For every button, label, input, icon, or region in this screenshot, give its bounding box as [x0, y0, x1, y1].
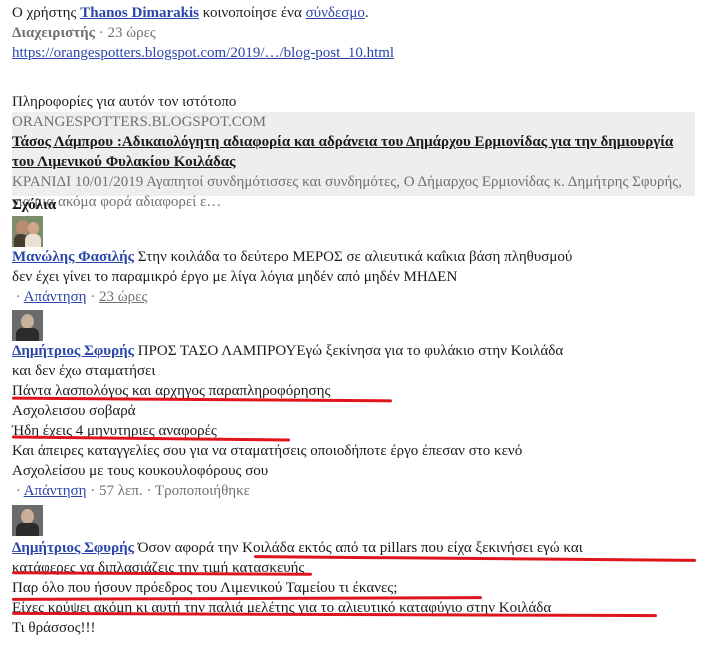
comment-meta: · Απάντηση · 23 ώρες	[12, 289, 148, 305]
avatar[interactable]	[12, 310, 43, 341]
comment-time[interactable]: 57 λεπ.	[99, 483, 143, 499]
avatar[interactable]	[12, 216, 43, 247]
comment-meta: · Απάντηση · 57 λεπ. · Τροποποιήθηκε	[12, 483, 250, 499]
comment-time[interactable]: 23 ώρες	[99, 289, 147, 305]
post-meta: Διαχειριστής · 23 ώρες	[12, 23, 712, 43]
comment-text: Στην κοιλάδα το δεύτερο ΜΕΡΟΣ σε αλιευτι…	[137, 249, 573, 265]
preview-domain: ORANGESPOTTERS.BLOGSPOT.COM	[12, 114, 266, 130]
reply-link[interactable]: Απάντηση	[24, 483, 87, 499]
comment-line: Μανώλης Φασιλής Στην κοιλάδα το δεύτερο …	[12, 247, 702, 267]
link-preview-card[interactable]: Πληροφορίες για αυτόν τον ιστότοπο ORANG…	[12, 92, 695, 210]
shared-post-header: Ο χρήστης Thanos Dimarakis κοινοποίησε έ…	[12, 3, 712, 63]
comment-text: Ασχολεισου σοβαρά	[12, 403, 136, 419]
comment-text: Τι θράσσος!!!	[12, 620, 96, 636]
comment-author[interactable]: Μανώλης Φασιλής	[12, 249, 134, 265]
shared-link-word[interactable]: σύνδεσμο	[306, 5, 365, 21]
comment-text: και δεν έχω σταματήσει	[12, 363, 156, 379]
post-url[interactable]: https://orangespotters.blogspot.com/2019…	[12, 45, 394, 61]
post-end: .	[364, 5, 369, 21]
comment-text: Ασχολείσου με τους κουκουλοφόρους σου	[12, 463, 269, 479]
edited-label[interactable]: Τροποποιήθηκε	[155, 483, 250, 499]
avatar-person2-body	[25, 234, 41, 247]
post-url-line: https://orangespotters.blogspot.com/2019…	[12, 43, 712, 63]
reply-link[interactable]: Απάντηση	[24, 289, 87, 305]
preview-description: ΚΡΑΝΙΔΙ 10/01/2019 Αγαπητοί συνδημότισσε…	[12, 174, 682, 210]
comment-text: Παρ όλο που ήσουν πρόεδρος του Λιμενικού…	[12, 580, 398, 596]
post-role: Διαχειριστής	[12, 25, 96, 41]
post-author-link[interactable]: Thanos Dimarakis	[80, 5, 199, 21]
avatar-person-icon	[21, 509, 34, 524]
avatar[interactable]	[12, 505, 43, 536]
comment-text: δεν έχει γίνει το παραμικρό έργο με λίγα…	[12, 269, 458, 285]
comment-author[interactable]: Δημήτριος Σφυρής	[12, 343, 134, 359]
comment-1: Μανώλης Φασιλής Στην κοιλάδα το δεύτερο …	[12, 247, 702, 307]
post-author-line: Ο χρήστης Thanos Dimarakis κοινοποίησε έ…	[12, 3, 712, 23]
post-prefix: Ο χρήστης	[12, 5, 77, 21]
comment-line: Δημήτριος Σφυρής ΠΡΟΣ ΤΑΣΟ ΛΑΜΠΡΟΥΕγώ ξε…	[12, 341, 702, 361]
post-middle-text: κοινοποίησε ένα	[202, 5, 302, 21]
comment-author[interactable]: Δημήτριος Σφυρής	[12, 540, 134, 556]
avatar-person-body	[16, 328, 39, 341]
comment-2: Δημήτριος Σφυρής ΠΡΟΣ ΤΑΣΟ ΛΑΜΠΡΟΥΕγώ ξε…	[12, 341, 702, 501]
avatar-person-icon	[21, 314, 34, 329]
preview-info[interactable]: Πληροφορίες για αυτόν τον ιστότοπο	[12, 92, 695, 112]
post-time[interactable]: · 23 ώρες	[99, 25, 156, 41]
comment-text: ΠΡΟΣ ΤΑΣΟ ΛΑΜΠΡΟΥΕγώ ξεκίνησα για το φυλ…	[137, 343, 564, 359]
comments-heading: Σχόλια	[12, 197, 57, 213]
comment-text: Όσον αφορά την Κοιλάδα εκτός από τα pill…	[137, 540, 583, 556]
avatar-person-body	[16, 523, 39, 536]
comment-text: Και άπειρες καταγγελίες σου για να σταμα…	[12, 443, 523, 459]
preview-title[interactable]: Τάσος Λάμπρου :Αδικαιολόγητη αδιαφορία κ…	[12, 132, 695, 172]
comment-3: Δημήτριος Σφυρής Όσον αφορά την Κοιλάδα …	[12, 538, 702, 638]
